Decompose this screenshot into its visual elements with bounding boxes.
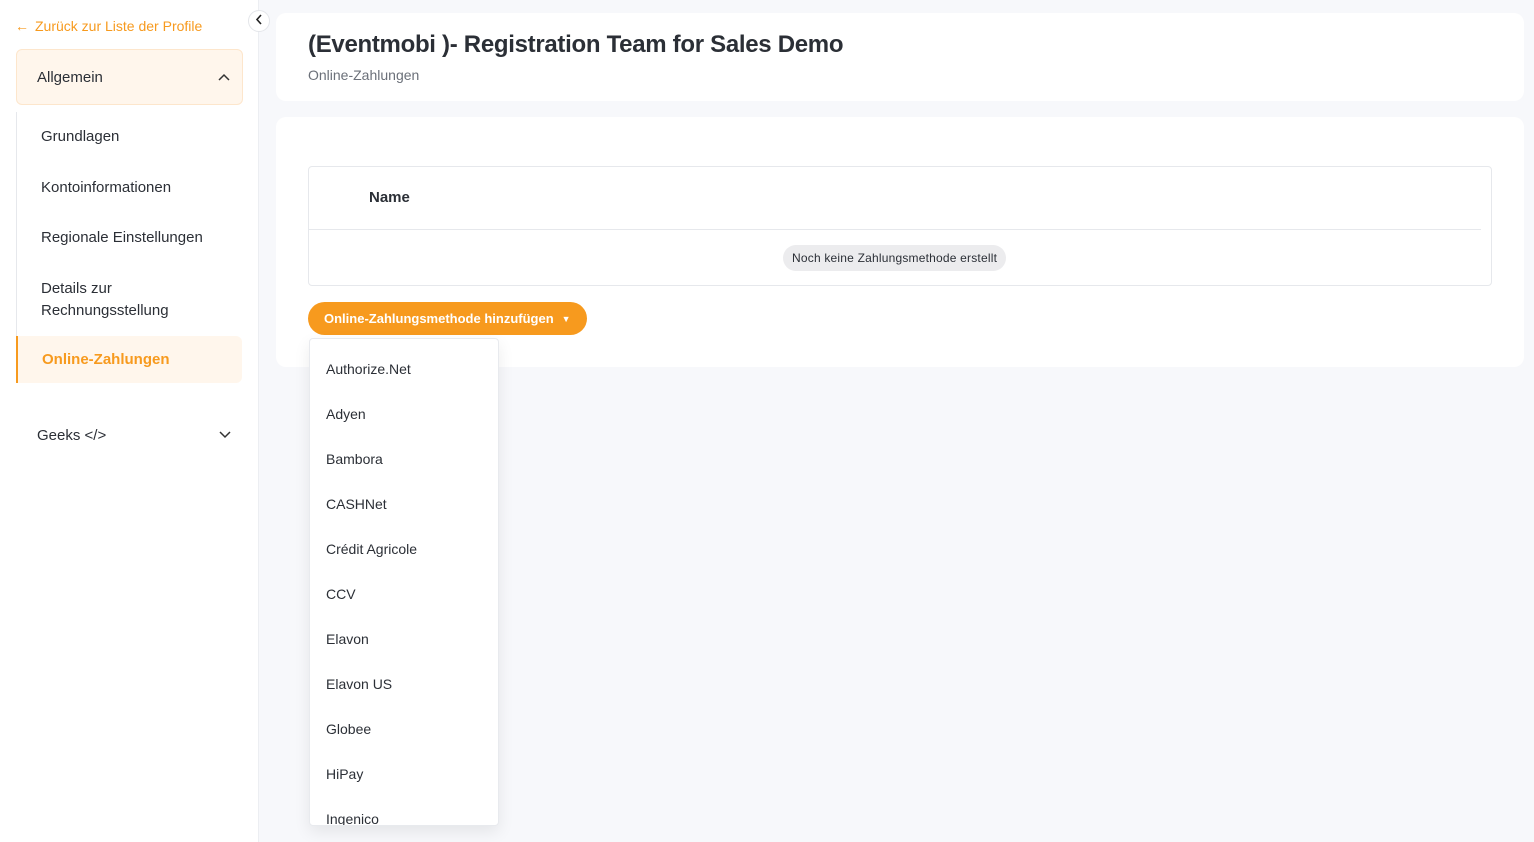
dropdown-option-elavon-us[interactable]: Elavon US — [310, 661, 498, 706]
page-title: (Eventmobi )- Registration Team for Sale… — [308, 31, 844, 58]
sidebar-group-general-label: Allgemein — [37, 68, 103, 86]
page-header: (Eventmobi )- Registration Team for Sale… — [276, 13, 1524, 101]
sidebar-item-online-zahlungen[interactable]: Online-Zahlungen — [16, 336, 242, 383]
dropdown-option-authorize-net[interactable]: Authorize.Net — [310, 346, 498, 391]
collapse-sidebar-button[interactable] — [248, 10, 270, 32]
sidebar-group-geeks-label: Geeks </> — [37, 426, 107, 444]
sidebar-item-label: Kontoinformationen — [41, 178, 172, 196]
sidebar-item-label: Regionale Einstellungen — [41, 229, 203, 246]
dropdown-option-hipay[interactable]: HiPay — [310, 751, 498, 796]
sidebar-item-label: Online-Zahlungen — [42, 350, 170, 368]
dropdown-option-ccv[interactable]: CCV — [310, 571, 498, 616]
sidebar-group-geeks[interactable]: Geeks </> — [16, 412, 243, 458]
dropdown-option-ingenico[interactable]: Ingenico — [310, 796, 498, 826]
payments-card: Name Noch keine Zahlungsmethode erstellt… — [276, 117, 1524, 367]
chevron-left-icon — [255, 14, 263, 28]
sidebar-group-general[interactable]: Allgemein — [16, 49, 243, 105]
dropdown-option-elavon[interactable]: Elavon — [310, 616, 498, 661]
back-link-label: Zurück zur Liste der Profile — [35, 18, 203, 34]
payment-methods-table: Name Noch keine Zahlungsmethode erstellt — [308, 166, 1492, 286]
sidebar-item-kontoinformationen[interactable]: Kontoinformationen — [17, 162, 242, 213]
empty-state-badge: Noch keine Zahlungsmethode erstellt — [783, 245, 1007, 271]
add-payment-method-label: Online-Zahlungsmethode hinzufügen — [324, 311, 554, 326]
sidebar-item-label: Grundlagen — [41, 128, 120, 145]
arrow-left-icon: ← — [15, 18, 29, 34]
sidebar-subnav: Grundlagen Kontoinformationen Regionale … — [16, 112, 242, 383]
dropdown-option-credit-agricole[interactable]: Crédit Agricole — [310, 526, 498, 571]
column-header-name: Name — [369, 189, 410, 206]
page-subtitle: Online-Zahlungen — [308, 67, 420, 83]
sidebar-item-regionale-einstellungen[interactable]: Regionale Einstellungen — [17, 213, 242, 263]
sidebar-item-rechnungsstellung[interactable]: Details zur Rechnungsstellung — [17, 263, 242, 336]
caret-down-icon: ▼ — [561, 313, 571, 324]
chevron-down-icon — [219, 428, 231, 442]
dropdown-option-adyen[interactable]: Adyen — [310, 391, 498, 436]
dropdown-option-globee[interactable]: Globee — [310, 706, 498, 751]
dropdown-option-bambora[interactable]: Bambora — [310, 436, 498, 481]
dropdown-option-cashnet[interactable]: CASHNet — [310, 481, 498, 526]
table-divider — [309, 229, 1481, 230]
sidebar-item-grundlagen[interactable]: Grundlagen — [17, 112, 242, 162]
sidebar: ← Zurück zur Liste der Profile Allgemein… — [0, 0, 259, 842]
back-to-profiles-link[interactable]: ← Zurück zur Liste der Profile — [15, 16, 202, 36]
payment-provider-dropdown[interactable]: Authorize.Net Adyen Bambora CASHNet Créd… — [309, 338, 499, 826]
sidebar-item-label: Details zur Rechnungsstellung — [41, 279, 169, 319]
chevron-up-icon — [218, 70, 230, 84]
add-payment-method-button[interactable]: Online-Zahlungsmethode hinzufügen ▼ — [308, 302, 587, 335]
